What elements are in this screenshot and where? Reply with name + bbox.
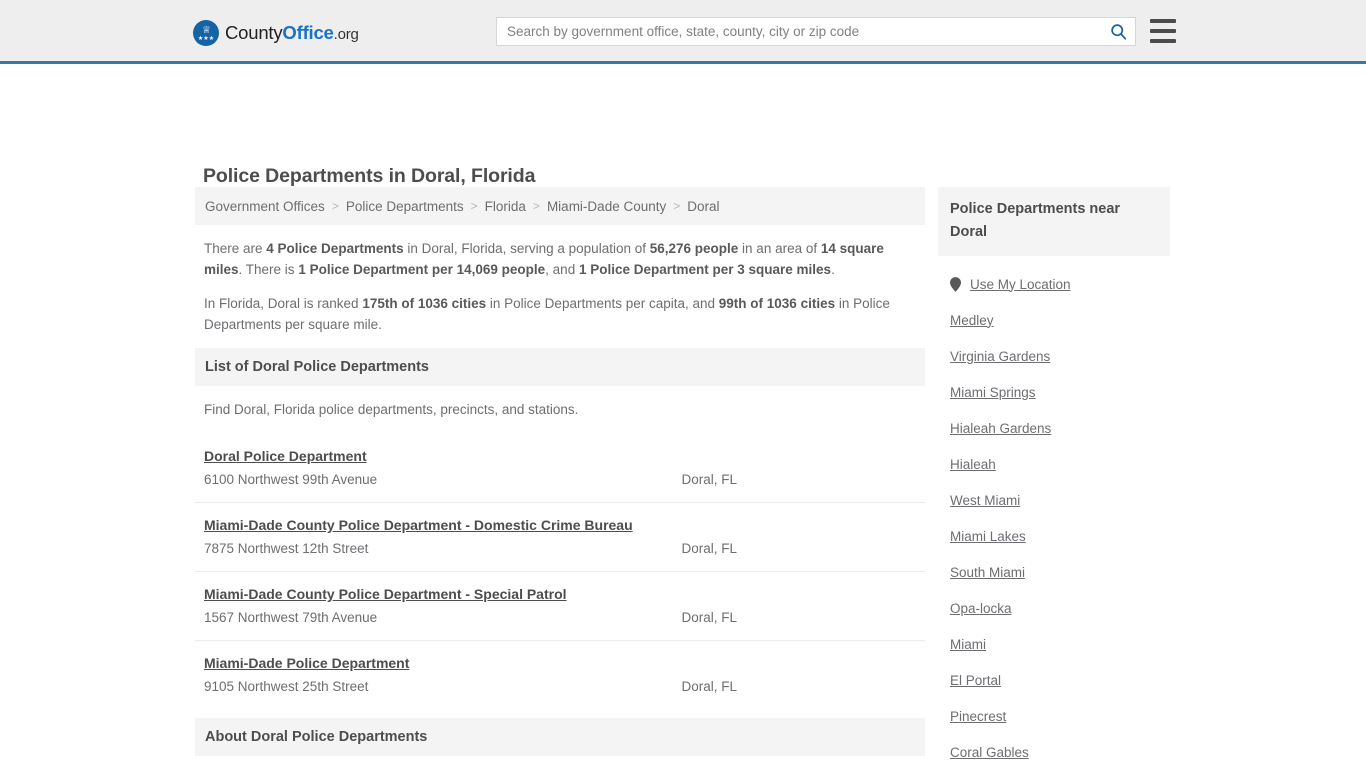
sidebar-city-link[interactable]: Pinecrest bbox=[950, 709, 1006, 724]
sidebar-city-row[interactable]: South Miami bbox=[950, 554, 1158, 590]
sidebar-city-link[interactable]: Hialeah bbox=[950, 457, 996, 472]
breadcrumb-item[interactable]: Florida bbox=[485, 199, 526, 214]
search-bar bbox=[496, 17, 1136, 46]
sidebar-city-link[interactable]: Miami Lakes bbox=[950, 529, 1026, 544]
intro-text: in an area of bbox=[738, 241, 821, 256]
hamburger-icon-bar-1 bbox=[1150, 19, 1176, 23]
breadcrumb-separator: > bbox=[470, 199, 478, 213]
intro-text: , and bbox=[545, 262, 579, 277]
logo-text-office: Office bbox=[282, 22, 334, 43]
site-logo[interactable]: ♕ ★★★ CountyOffice.org bbox=[193, 20, 359, 46]
sidebar-city-row[interactable]: Opa-locka bbox=[950, 590, 1158, 626]
sidebar-city-link[interactable]: Coral Gables bbox=[950, 745, 1029, 760]
department-address: 1567 Northwest 79th Avenue bbox=[204, 610, 378, 625]
breadcrumb-item[interactable]: Miami-Dade County bbox=[547, 199, 666, 214]
sidebar-city-row[interactable]: El Portal bbox=[950, 662, 1158, 698]
hamburger-icon-bar-3 bbox=[1150, 39, 1176, 43]
intro-text: in Doral, Florida, serving a population … bbox=[403, 241, 650, 256]
list-item: Miami-Dade Police Department 9105 Northwe… bbox=[195, 641, 925, 709]
intro-text: . There is bbox=[238, 262, 299, 277]
stars-glyph: ★★★ bbox=[197, 36, 215, 42]
sidebar-city-link[interactable]: Medley bbox=[950, 313, 994, 328]
sidebar-city-row[interactable]: Miami bbox=[950, 626, 1158, 662]
page-title: Police Departments in Doral, Florida bbox=[203, 165, 536, 188]
breadcrumb-separator: > bbox=[673, 199, 681, 213]
intro-statistics: There are 4 Police Departments in Doral,… bbox=[195, 225, 925, 335]
sidebar-city-row[interactable]: West Miami bbox=[950, 482, 1158, 518]
department-name-link[interactable]: Miami-Dade Police Department bbox=[204, 655, 409, 671]
intro-paragraph-1: There are 4 Police Departments in Doral,… bbox=[204, 238, 916, 280]
department-city-state: Doral, FL bbox=[681, 679, 737, 694]
breadcrumb-separator: > bbox=[532, 199, 540, 213]
eagle-glyph: ♕ bbox=[202, 25, 211, 36]
intro-stat-value: 1 Police Department per 3 square miles bbox=[578, 262, 832, 277]
sidebar-city-link[interactable]: Hialeah Gardens bbox=[950, 421, 1051, 436]
list-section-subtitle: Find Doral, Florida police departments, … bbox=[204, 402, 579, 417]
list-item: Doral Police Department 6100 Northwest 99… bbox=[195, 434, 925, 503]
sidebar-city-row[interactable]: Miami Springs bbox=[950, 374, 1158, 410]
sidebar-link-list: Use My Location Medley Virginia Gardens Mia… bbox=[938, 256, 1170, 768]
sidebar-city-link[interactable]: West Miami bbox=[950, 493, 1020, 508]
police-department-list: Doral Police Department 6100 Northwest 99… bbox=[195, 434, 925, 709]
use-my-location-link[interactable]: Use My Location bbox=[970, 277, 1071, 292]
sidebar-city-link[interactable]: South Miami bbox=[950, 565, 1025, 580]
breadcrumb: Government Offices > Police Departments > Fl… bbox=[195, 187, 925, 225]
sidebar-city-row[interactable]: Miami Lakes bbox=[950, 518, 1158, 554]
logo-text-county: County bbox=[225, 22, 283, 43]
intro-paragraph-2: In Florida, Doral is ranked 175th of 103… bbox=[204, 293, 916, 335]
department-name-link[interactable]: Miami-Dade County Police Department - Do… bbox=[204, 517, 633, 533]
sidebar-city-row[interactable]: Coral Gables bbox=[950, 734, 1158, 768]
list-item: Miami-Dade County Police Department - Do… bbox=[195, 503, 925, 572]
breadcrumb-item[interactable]: Government Offices bbox=[205, 199, 325, 214]
search-input[interactable] bbox=[497, 18, 1101, 45]
department-name-link[interactable]: Miami-Dade County Police Department - Sp… bbox=[204, 586, 567, 602]
sidebar-nearby-departments: Police Departments near Doral Use My Loc… bbox=[938, 187, 1170, 768]
sidebar-city-row[interactable]: Virginia Gardens bbox=[950, 338, 1158, 374]
department-address: 9105 Northwest 25th Street bbox=[204, 679, 369, 694]
logo-text-org: .org bbox=[333, 26, 359, 43]
sidebar-city-link[interactable]: El Portal bbox=[950, 673, 1001, 688]
sidebar-city-row[interactable]: Pinecrest bbox=[950, 698, 1158, 734]
site-header: ♕ ★★★ CountyOffice.org bbox=[0, 0, 1366, 64]
hamburger-icon-bar-2 bbox=[1150, 29, 1176, 33]
department-city-state: Doral, FL bbox=[681, 472, 737, 487]
main-content-column: Government Offices > Police Departments > Fl… bbox=[195, 187, 925, 768]
intro-stat-value: 1 Police Department per 14,069 people bbox=[298, 262, 546, 277]
intro-stat-value: 175th of 1036 cities bbox=[362, 296, 487, 311]
breadcrumb-item[interactable]: Doral bbox=[687, 199, 719, 214]
location-pin-icon bbox=[950, 276, 961, 292]
sidebar-city-row[interactable]: Hialeah Gardens bbox=[950, 410, 1158, 446]
sidebar-city-link[interactable]: Opa-locka bbox=[950, 601, 1012, 616]
sidebar-city-link[interactable]: Miami Springs bbox=[950, 385, 1036, 400]
intro-text: . bbox=[831, 262, 835, 277]
hamburger-menu-button[interactable] bbox=[1150, 19, 1176, 43]
sidebar-heading: Police Departments near Doral bbox=[938, 187, 1170, 256]
sidebar-city-row[interactable]: Hialeah bbox=[950, 446, 1158, 482]
countyoffice-eagle-logo-icon: ♕ ★★★ bbox=[193, 20, 219, 46]
search-button[interactable] bbox=[1101, 18, 1135, 45]
breadcrumb-item[interactable]: Police Departments bbox=[346, 199, 464, 214]
sidebar-city-row[interactable]: Medley bbox=[950, 302, 1158, 338]
breadcrumb-separator: > bbox=[331, 199, 339, 213]
about-section-heading: About Doral Police Departments bbox=[195, 718, 925, 756]
department-city-state: Doral, FL bbox=[681, 541, 737, 556]
department-name-link[interactable]: Doral Police Department bbox=[204, 448, 367, 464]
list-section-heading: List of Doral Police Departments bbox=[195, 348, 925, 386]
sidebar-city-link[interactable]: Virginia Gardens bbox=[950, 349, 1050, 364]
sidebar-city-link[interactable]: Miami bbox=[950, 637, 986, 652]
list-item: Miami-Dade County Police Department - Sp… bbox=[195, 572, 925, 641]
sidebar-use-my-location-row[interactable]: Use My Location bbox=[950, 266, 1158, 302]
intro-text: in Police Departments per capita, and bbox=[486, 296, 719, 311]
intro-text: In Florida, Doral is ranked bbox=[204, 296, 363, 311]
logo-wordmark: CountyOffice.org bbox=[225, 22, 359, 44]
intro-stat-value: 56,276 people bbox=[649, 241, 739, 256]
department-city-state: Doral, FL bbox=[681, 610, 737, 625]
intro-text: There are bbox=[204, 241, 267, 256]
about-section-body: Police Departments in Doral, FL are law … bbox=[195, 756, 925, 768]
intro-stat-value: 99th of 1036 cities bbox=[718, 296, 836, 311]
department-address: 6100 Northwest 99th Avenue bbox=[204, 472, 378, 487]
department-address: 7875 Northwest 12th Street bbox=[204, 541, 369, 556]
search-icon bbox=[1110, 24, 1126, 40]
intro-stat-value: 4 Police Departments bbox=[266, 241, 404, 256]
